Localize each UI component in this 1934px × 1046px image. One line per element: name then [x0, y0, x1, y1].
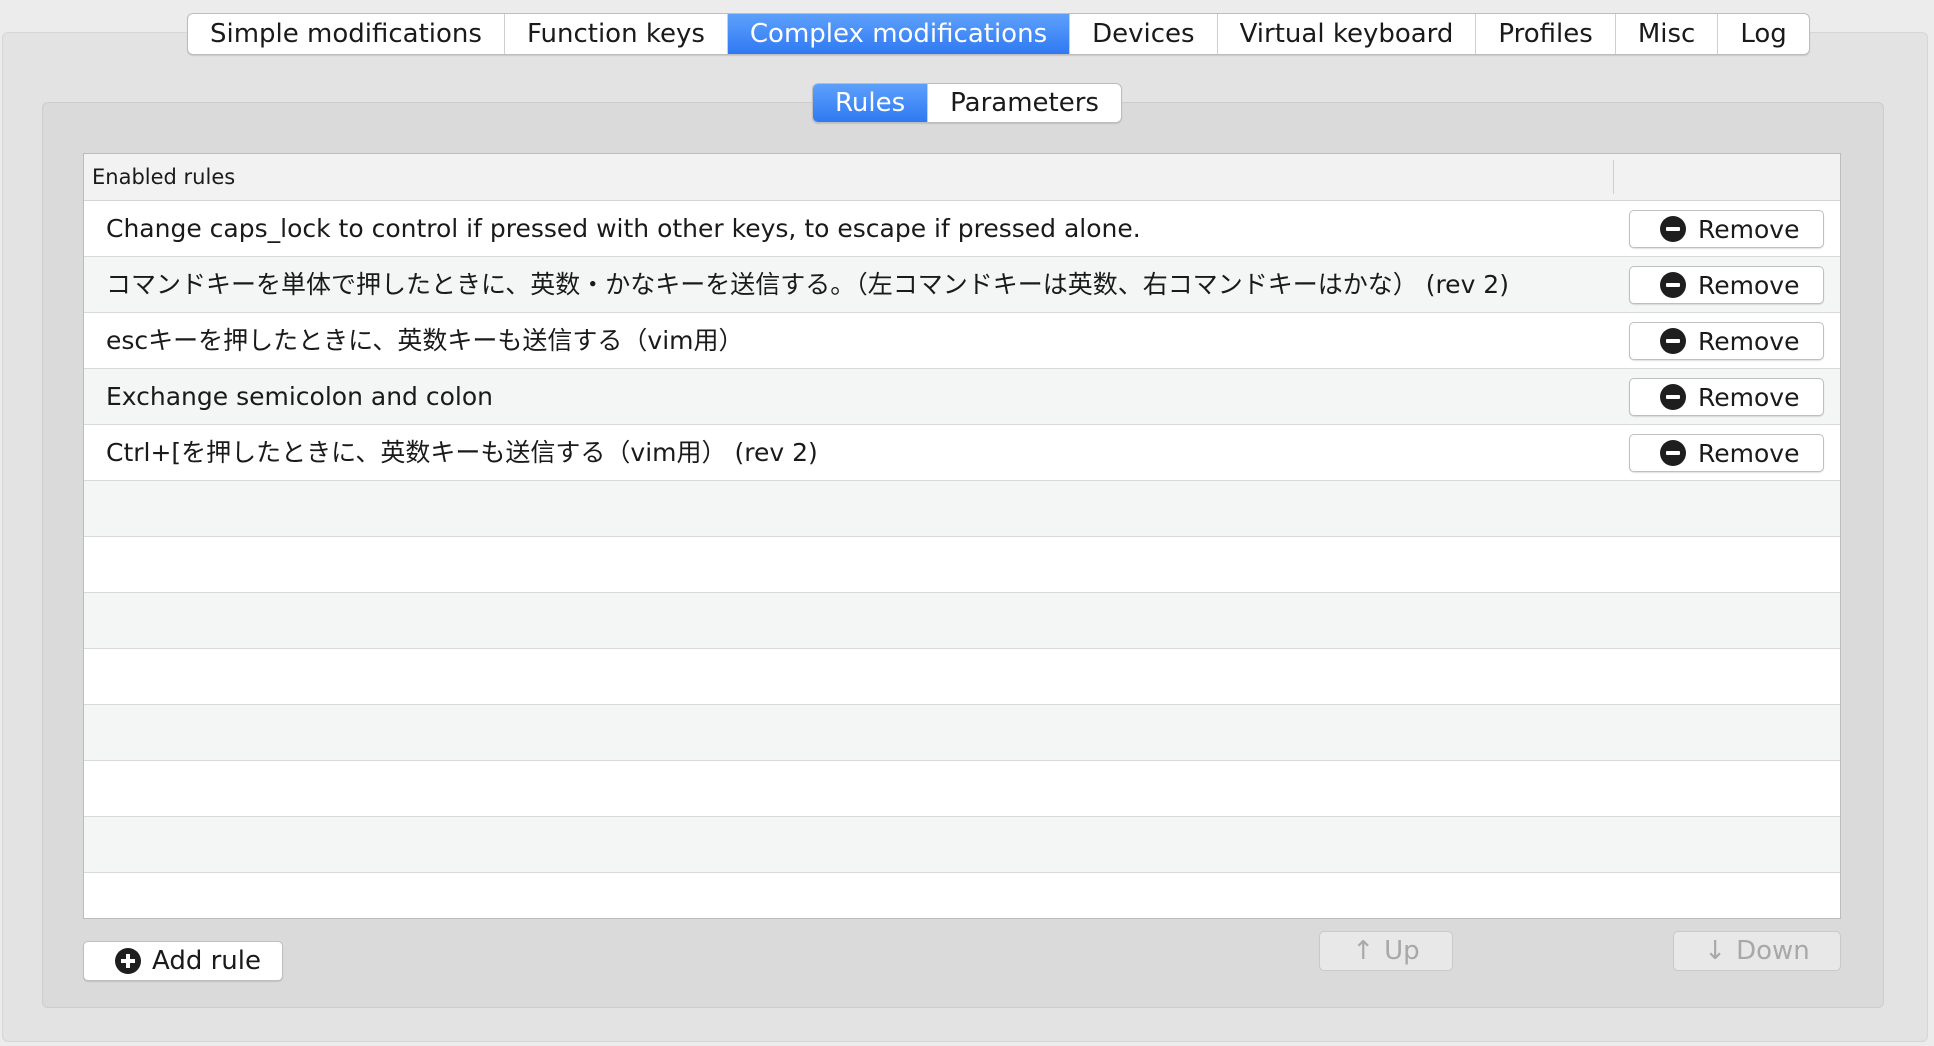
move-down-button[interactable]: ↓ Down	[1673, 931, 1841, 971]
enabled-rules-table: Enabled rules Change caps_lock to contro…	[83, 153, 1841, 919]
tab-virtual-keyboard[interactable]: Virtual keyboard	[1218, 14, 1477, 54]
tab-misc[interactable]: Misc	[1616, 14, 1719, 54]
empty-row	[84, 761, 1840, 817]
column-header-enabled-rules[interactable]: Enabled rules	[92, 154, 235, 200]
up-label: Up	[1384, 936, 1420, 966]
tab-profiles[interactable]: Profiles	[1476, 14, 1616, 54]
rule-description: コマンドキーを単体で押したときに、英数・かなキーを送信する。（左コマンドキーは英…	[106, 270, 1509, 299]
empty-row	[84, 705, 1840, 761]
remove-label: Remove	[1698, 326, 1800, 356]
remove-label: Remove	[1698, 214, 1800, 244]
minus-circle-icon	[1660, 216, 1686, 242]
remove-label: Remove	[1698, 438, 1800, 468]
add-rule-label: Add rule	[152, 946, 261, 976]
tab-devices[interactable]: Devices	[1070, 14, 1218, 54]
empty-row	[84, 537, 1840, 593]
rule-description: Ctrl+[を押したときに、英数キーも送信する（vim用） (rev 2)	[106, 438, 818, 467]
down-label: Down	[1736, 936, 1810, 966]
remove-label: Remove	[1698, 270, 1800, 300]
tab-complex-modifications[interactable]: Complex modifications	[727, 14, 1071, 54]
tab-function-keys[interactable]: Function keys	[505, 14, 728, 54]
minus-circle-icon	[1660, 272, 1686, 298]
remove-rule-button[interactable]: Remove	[1629, 266, 1824, 304]
tab-simple-modifications[interactable]: Simple modifications	[188, 14, 505, 54]
empty-row	[84, 481, 1840, 537]
empty-row	[84, 817, 1840, 873]
karabiner-preferences-window: Simple modifications Function keys Compl…	[0, 0, 1934, 1046]
arrow-up-icon: ↑	[1352, 936, 1375, 966]
table-row[interactable]: Change caps_lock to control if pressed w…	[84, 201, 1840, 257]
table-row[interactable]: Ctrl+[を押したときに、英数キーも送信する（vim用） (rev 2) Re…	[84, 425, 1840, 481]
remove-rule-button[interactable]: Remove	[1629, 210, 1824, 248]
add-rule-button[interactable]: Add rule	[83, 941, 283, 981]
column-divider	[1613, 160, 1614, 194]
table-row[interactable]: コマンドキーを単体で押したときに、英数・かなキーを送信する。（左コマンドキーは英…	[84, 257, 1840, 313]
table-row[interactable]: Exchange semicolon and colon Remove	[84, 369, 1840, 425]
minus-circle-icon	[1660, 440, 1686, 466]
rule-description: Exchange semicolon and colon	[106, 382, 493, 411]
sub-tab-bar: Rules Parameters	[812, 83, 1122, 123]
empty-row	[84, 873, 1840, 918]
plus-circle-icon	[115, 948, 141, 974]
subtab-parameters[interactable]: Parameters	[928, 84, 1121, 122]
minus-circle-icon	[1660, 384, 1686, 410]
remove-rule-button[interactable]: Remove	[1629, 434, 1824, 472]
main-tab-bar: Simple modifications Function keys Compl…	[187, 13, 1810, 55]
move-up-button[interactable]: ↑ Up	[1319, 931, 1453, 971]
empty-row	[84, 593, 1840, 649]
minus-circle-icon	[1660, 328, 1686, 354]
rule-description: escキーを押したときに、英数キーも送信する（vim用）	[106, 326, 744, 355]
rule-description: Change caps_lock to control if pressed w…	[106, 214, 1141, 243]
remove-rule-button[interactable]: Remove	[1629, 322, 1824, 360]
table-header: Enabled rules	[84, 154, 1840, 201]
table-row[interactable]: escキーを押したときに、英数キーも送信する（vim用） Remove	[84, 313, 1840, 369]
arrow-down-icon: ↓	[1704, 936, 1727, 966]
tab-log[interactable]: Log	[1718, 14, 1808, 54]
subtab-rules[interactable]: Rules	[813, 84, 929, 122]
remove-label: Remove	[1698, 382, 1800, 412]
remove-rule-button[interactable]: Remove	[1629, 378, 1824, 416]
empty-row	[84, 649, 1840, 705]
